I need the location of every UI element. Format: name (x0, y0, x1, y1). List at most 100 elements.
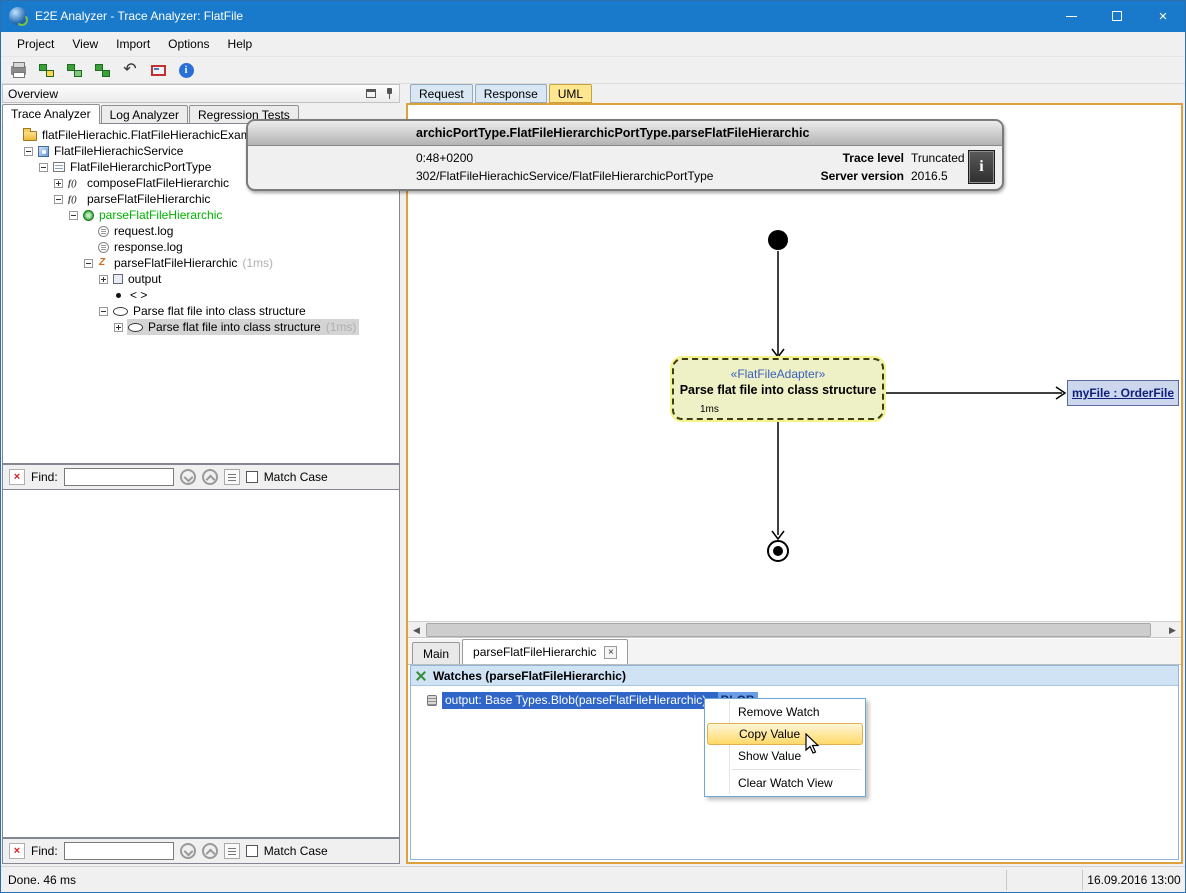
find-input[interactable] (64, 842, 174, 860)
tree-item-label: composeFlatFileHierarchic (87, 176, 229, 190)
watch-expression: output: Base Types.Blob(parseFlatFileHie… (442, 692, 718, 709)
find-next-icon[interactable] (180, 469, 196, 485)
overview-title: Overview (8, 87, 58, 101)
bullet-icon (116, 293, 121, 298)
doc-tab-label: parseFlatFileHierarchic (473, 645, 596, 659)
action-icon (113, 307, 128, 316)
pin-panel-icon[interactable] (385, 88, 394, 99)
tree-item-label: parseFlatFileHierarchic (114, 256, 237, 270)
context-menu-remove-watch[interactable]: Remove Watch (705, 701, 865, 723)
object-label: myFile : OrderFile (1072, 386, 1174, 400)
tab-request[interactable]: Request (410, 84, 473, 103)
expander-minus-icon[interactable] (99, 307, 108, 316)
expander-minus-icon[interactable] (54, 195, 63, 204)
find-previous-icon[interactable] (202, 843, 218, 859)
match-case-checkbox[interactable] (246, 845, 258, 857)
object-node[interactable]: myFile : OrderFile (1067, 380, 1179, 406)
close-icon: × (1159, 9, 1168, 24)
scrollbar-thumb[interactable] (426, 623, 1151, 637)
tree-item-label: FlatFileHierachicService (54, 144, 183, 158)
tree-item[interactable]: < > (3, 287, 399, 303)
service-icon (38, 146, 49, 157)
menu-view[interactable]: View (63, 33, 107, 55)
scroll-right-icon[interactable]: ▶ (1164, 623, 1181, 637)
tab-response[interactable]: Response (475, 84, 547, 103)
tree-item[interactable]: output (3, 271, 399, 287)
blob-icon (427, 695, 437, 706)
status-separator (1006, 870, 1007, 890)
window-title: E2E Analyzer - Trace Analyzer: FlatFile (35, 9, 243, 23)
expander-minus-icon[interactable] (24, 147, 33, 156)
tab-parseflatfilehierarchic[interactable]: parseFlatFileHierarchic × (462, 639, 628, 664)
tree-item[interactable]: parseFlatFileHierarchic(1ms) (3, 255, 399, 271)
screen-icon[interactable] (148, 60, 168, 80)
titlebar: E2E Analyzer - Trace Analyzer: FlatFile … (0, 0, 1186, 32)
function-icon (68, 194, 82, 205)
tree-item-label: < > (130, 288, 147, 302)
close-button[interactable]: × (1140, 0, 1186, 32)
watches-title: Watches (parseFlatFileHierarchic) (433, 669, 626, 683)
find-options-icon[interactable] (224, 469, 240, 485)
tree-item[interactable]: parseFlatFileHierarchic (3, 191, 399, 207)
tree-item-label: output (128, 272, 161, 286)
menu-project[interactable]: Project (8, 33, 63, 55)
expander-minus-icon[interactable] (84, 259, 93, 268)
expander-plus-icon[interactable] (99, 275, 108, 284)
horizontal-scrollbar[interactable]: ◀ ▶ (408, 621, 1181, 638)
expander-minus-icon[interactable] (69, 211, 78, 220)
tree-item[interactable]: request.log (3, 223, 399, 239)
match-case-label: Match Case (264, 470, 328, 484)
float-panel-icon[interactable] (366, 89, 376, 98)
status-datetime: 16.09.2016 13:00 (1086, 873, 1182, 887)
tab-main[interactable]: Main (412, 642, 460, 664)
context-menu-clear-watch-view[interactable]: Clear Watch View (705, 772, 865, 794)
log-panel (2, 490, 400, 838)
trace-tree-icon[interactable] (36, 60, 56, 80)
uml-viewer: archicPortType.FlatFileHierarchicPortTyp… (406, 103, 1183, 864)
tab-uml[interactable]: UML (549, 84, 592, 103)
gear-icon (83, 210, 94, 221)
menu-import[interactable]: Import (107, 33, 159, 55)
find-input[interactable] (64, 468, 174, 486)
find-options-icon[interactable] (224, 843, 240, 859)
context-menu-copy-value[interactable]: Copy Value (707, 723, 863, 745)
minimize-button[interactable] (1048, 0, 1094, 32)
info-icon[interactable]: i (176, 60, 196, 80)
close-tab-icon[interactable]: × (604, 646, 617, 659)
scroll-left-icon[interactable]: ◀ (408, 623, 425, 637)
duration-badge: 1ms (700, 404, 719, 415)
tree-item-label: parseFlatFileHierarchic (99, 208, 222, 222)
expander-plus-icon[interactable] (114, 323, 123, 332)
porttype-icon (53, 162, 65, 172)
printer-icon[interactable] (8, 60, 28, 80)
tree-item[interactable]: parseFlatFileHierarchic (3, 207, 399, 223)
statusbar: Done. 46 ms 16.09.2016 13:00 (0, 866, 1186, 893)
close-find-icon[interactable]: × (9, 469, 25, 485)
toolbar: ↶ i (0, 57, 1186, 84)
tree-item[interactable]: Parse flat file into class structure (3, 303, 399, 319)
match-case-checkbox[interactable] (246, 471, 258, 483)
tab-trace-analyzer[interactable]: Trace Analyzer (2, 104, 100, 124)
tree-item[interactable]: response.log (3, 239, 399, 255)
tab-log-analyzer[interactable]: Log Analyzer (101, 105, 188, 124)
find-previous-icon[interactable] (202, 469, 218, 485)
log-tree-icon[interactable] (64, 60, 84, 80)
tree-item-label: parseFlatFileHierarchic (87, 192, 210, 206)
undo-icon[interactable]: ↶ (120, 60, 140, 80)
find-next-icon[interactable] (180, 843, 196, 859)
expander-plus-icon[interactable] (54, 179, 63, 188)
overview-panel-header: Overview (2, 84, 400, 103)
close-find-icon[interactable]: × (9, 843, 25, 859)
expander-minus-icon[interactable] (39, 163, 48, 172)
regression-tree-icon[interactable] (92, 60, 112, 80)
menu-options[interactable]: Options (159, 33, 218, 55)
maximize-button[interactable] (1094, 0, 1140, 32)
adapter-action-node[interactable]: «FlatFileAdapter» Parse flat file into c… (672, 358, 884, 420)
context-menu-show-value[interactable]: Show Value (705, 745, 865, 767)
tree-item-label: FlatFileHierarchicPortType (70, 160, 211, 174)
tree-item-label: Parse flat file into class structure (148, 320, 321, 334)
function-icon (68, 178, 82, 189)
tree-item[interactable]: Parse flat file into class structure(1ms… (3, 319, 399, 335)
action-label: Parse flat file into class structure (674, 383, 882, 397)
menu-help[interactable]: Help (219, 33, 262, 55)
